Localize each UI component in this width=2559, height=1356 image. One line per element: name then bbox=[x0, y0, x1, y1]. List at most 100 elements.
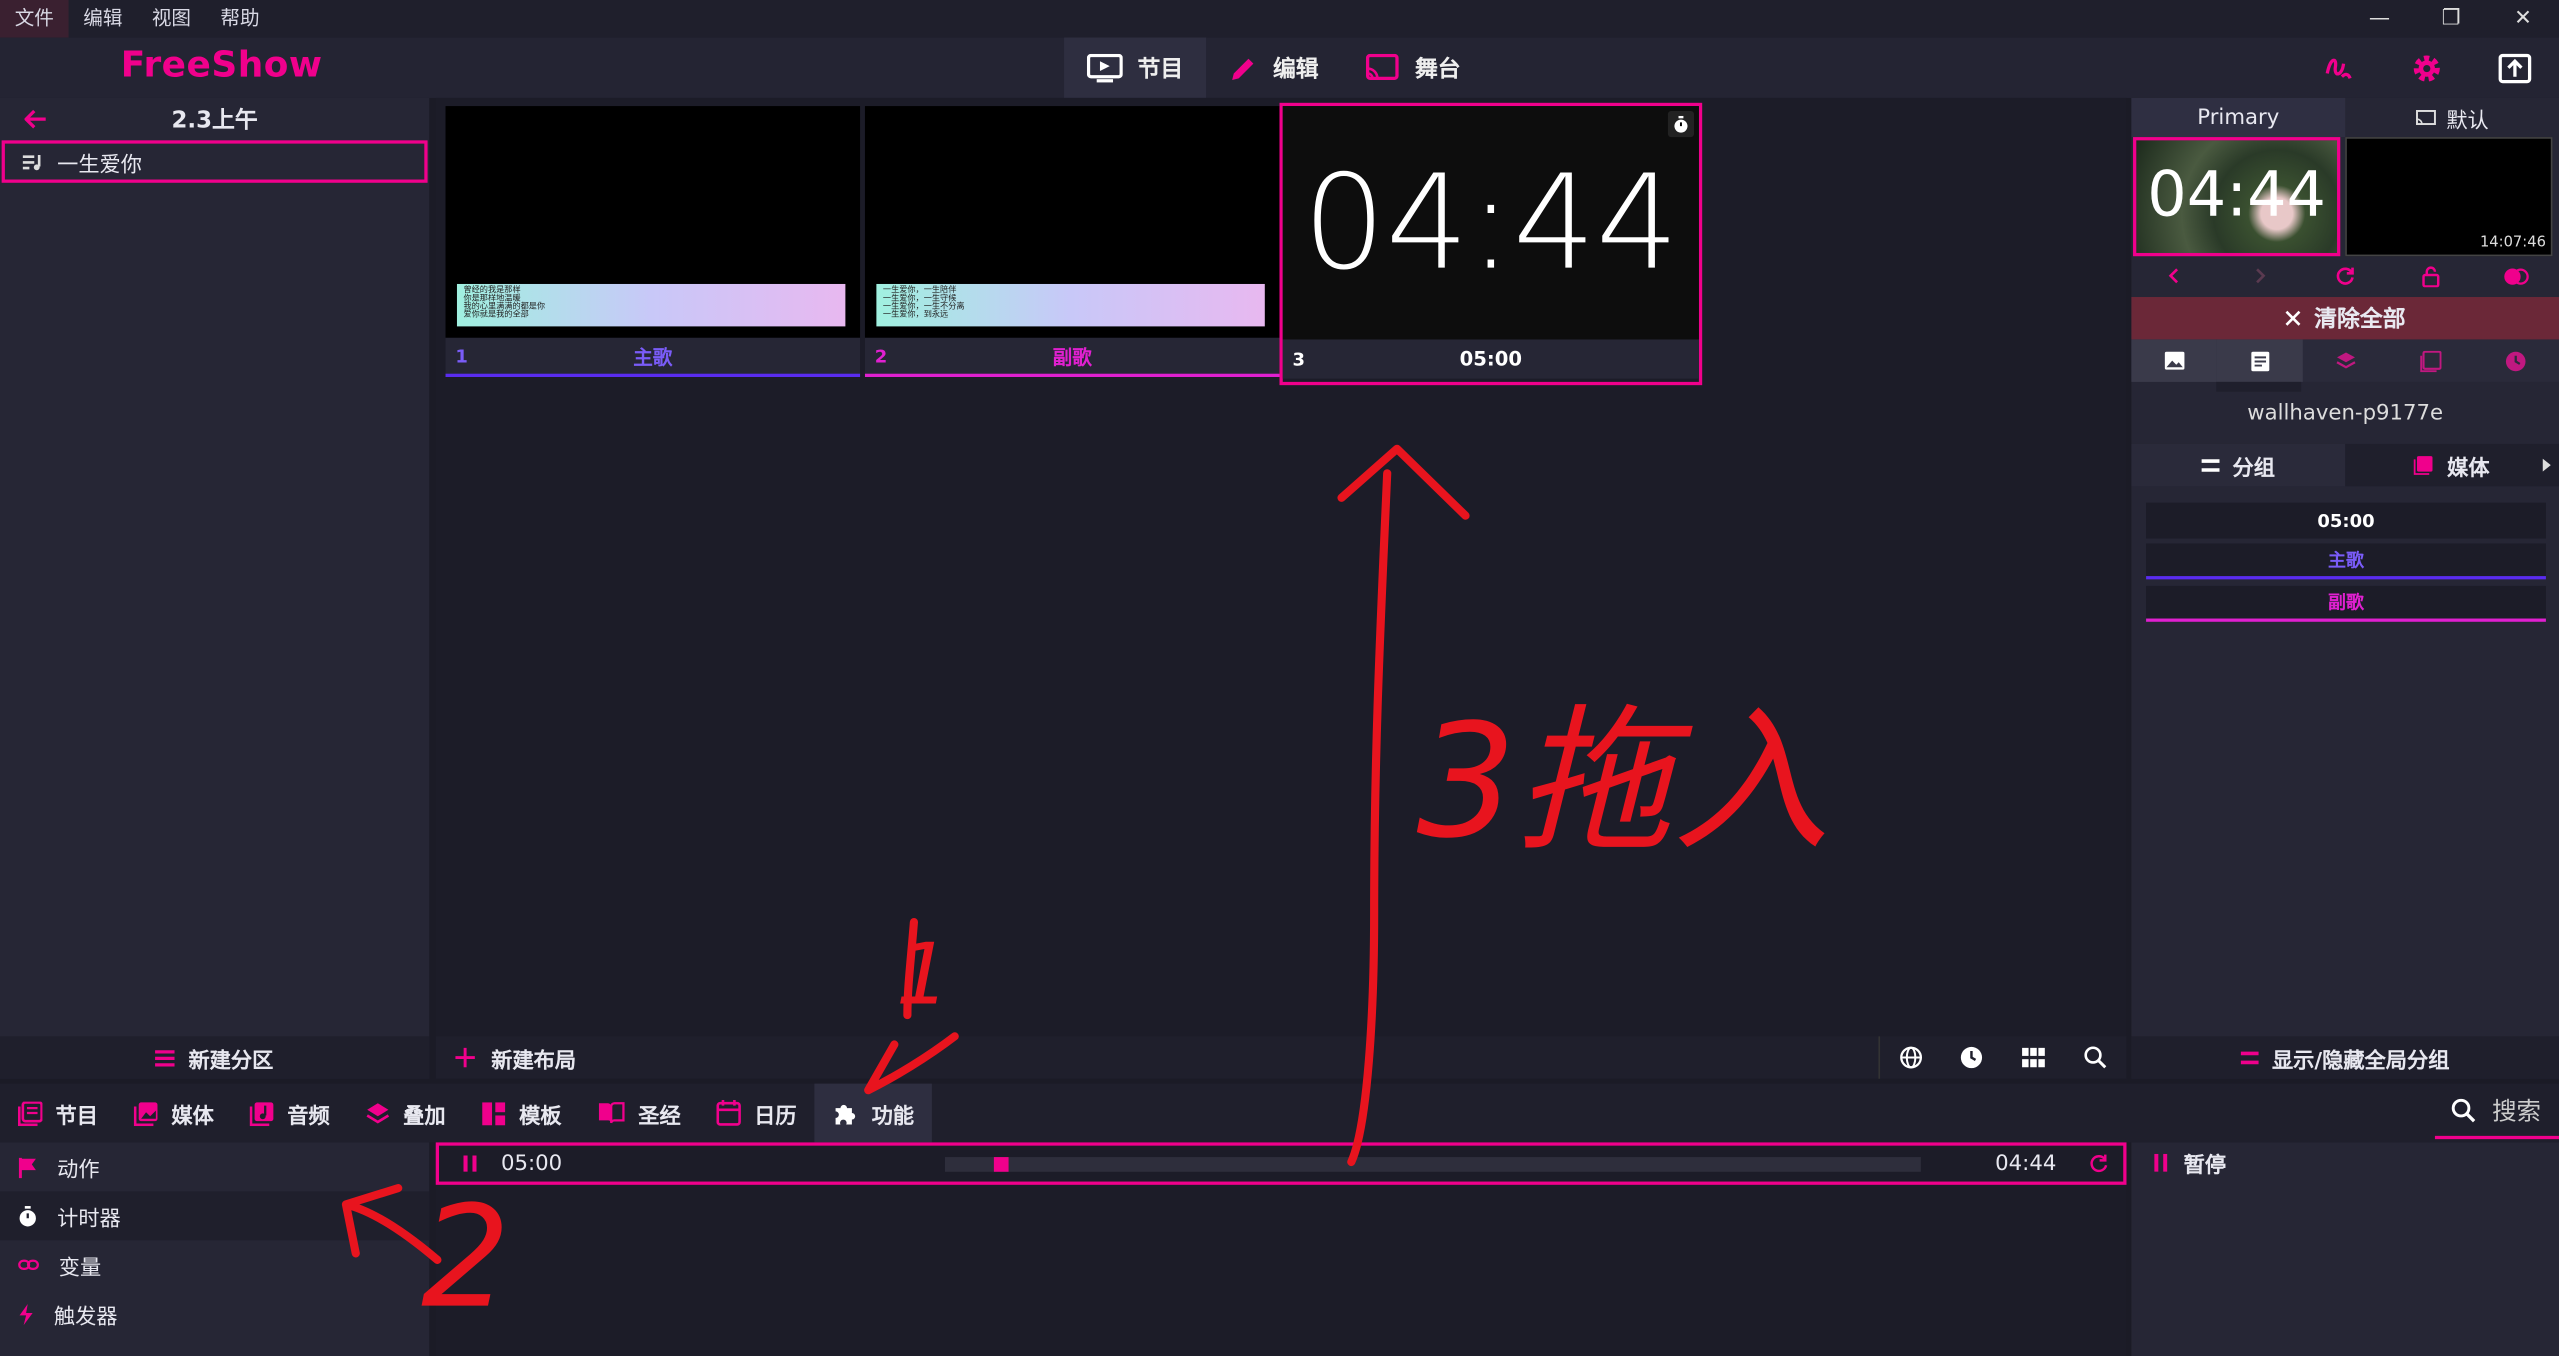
pause-panel: 暂停 bbox=[2131, 1142, 2559, 1356]
slides-area: 曾经的我是那样 你是那样地温暖 我的心里满满的都是你 爱你就是我的全部 1 主歌… bbox=[435, 97, 2127, 1079]
function-timers[interactable]: 计时器 bbox=[0, 1191, 430, 1241]
function-label: 动作 bbox=[57, 1157, 100, 1183]
global-group-tabs: 分组 媒体 bbox=[2131, 443, 2559, 487]
clear-all-label: 清除全部 bbox=[2314, 306, 2406, 333]
menu-view[interactable]: 视图 bbox=[137, 0, 206, 38]
drawer-tabs: 节目 媒体 音频 叠加 模板 圣经 日历 功能 搜索 bbox=[0, 1083, 2559, 1143]
pause-label: 暂停 bbox=[2183, 1153, 2227, 1179]
tab-default[interactable]: 默认 bbox=[2345, 98, 2559, 137]
slide-2[interactable]: 一生爱你，一生陪伴 一生爱你，一生守候 一生爱你，一生不分离 一生爱你，到永远 … bbox=[864, 106, 1280, 383]
timer-progress-knob[interactable] bbox=[993, 1156, 1009, 1171]
function-label: 计时器 bbox=[57, 1206, 121, 1232]
timers-area: 05:00 04:44 bbox=[435, 1142, 2127, 1356]
clear-timers-button[interactable] bbox=[2474, 339, 2559, 381]
drawer-tab-calendar[interactable]: 日历 bbox=[699, 1084, 815, 1143]
lyric-line: 爱你就是我的全部 bbox=[463, 310, 529, 320]
group-verse[interactable]: 主歌 bbox=[2146, 543, 2546, 580]
slide-1[interactable]: 曾经的我是那样 你是那样地温暖 我的心里满满的都是你 爱你就是我的全部 1 主歌 bbox=[445, 106, 861, 383]
search-input[interactable]: 搜索 bbox=[2434, 1084, 2559, 1140]
link-icon bbox=[18, 1257, 40, 1273]
blend-icon[interactable] bbox=[2474, 258, 2559, 294]
timer-row[interactable]: 05:00 04:44 bbox=[435, 1142, 2127, 1185]
tab-show-label: 节目 bbox=[1137, 56, 1184, 83]
new-section-label: 新建分区 bbox=[188, 1048, 274, 1074]
tab-media[interactable]: 媒体 bbox=[2345, 444, 2559, 486]
output-controls bbox=[2131, 258, 2559, 294]
layers-icon bbox=[366, 1101, 390, 1125]
clear-all-button[interactable]: 清除全部 bbox=[2131, 297, 2559, 340]
drawer-tab-shows[interactable]: 节目 bbox=[0, 1084, 116, 1143]
stage-preview[interactable]: 14:07:46 bbox=[2345, 137, 2553, 257]
drawer-tab-label: 日历 bbox=[754, 1104, 797, 1129]
drawer-tab-bible[interactable]: 圣经 bbox=[579, 1084, 698, 1143]
slide-group: 副歌 bbox=[1052, 345, 1092, 369]
pause-button[interactable]: 暂停 bbox=[2154, 1147, 2226, 1178]
menu-file[interactable]: 文件 bbox=[0, 0, 69, 38]
drawer-tab-templates[interactable]: 模板 bbox=[464, 1084, 580, 1143]
globe-icon[interactable] bbox=[1878, 1036, 1940, 1079]
new-section-button[interactable]: 新建分区 bbox=[0, 1036, 430, 1079]
draw-icon[interactable] bbox=[2295, 38, 2383, 98]
tab-stage[interactable]: 舞台 bbox=[1342, 38, 1484, 98]
group-timer[interactable]: 05:00 bbox=[2146, 502, 2546, 539]
clock-icon[interactable] bbox=[1940, 1036, 2002, 1078]
tab-groups-label: 分组 bbox=[2232, 456, 2276, 481]
tab-groups[interactable]: 分组 bbox=[2131, 443, 2346, 487]
drawer-tab-overlays[interactable]: 叠加 bbox=[348, 1084, 464, 1143]
reset-icon[interactable] bbox=[2081, 1154, 2117, 1174]
drawer-tab-audio[interactable]: 音频 bbox=[232, 1084, 348, 1143]
tab-stage-label: 舞台 bbox=[1414, 56, 1461, 83]
output-previews: 04:44 14:07:46 bbox=[2131, 137, 2559, 258]
next-icon[interactable] bbox=[2217, 258, 2303, 294]
clear-audio-button[interactable] bbox=[2388, 339, 2474, 381]
tab-show[interactable]: 节目 bbox=[1064, 37, 1207, 98]
slide-3[interactable]: 04:44 3 05:00 bbox=[1279, 102, 1703, 386]
tab-edit[interactable]: 编辑 bbox=[1206, 38, 1341, 98]
timer-progress-track[interactable] bbox=[944, 1156, 1921, 1171]
mode-tabs: 节目 编辑 舞台 bbox=[1064, 37, 1484, 98]
functions-list: 动作 计时器 变量 触发器 bbox=[0, 1142, 430, 1356]
menu-help[interactable]: 帮助 bbox=[206, 0, 275, 38]
drawer-tab-media[interactable]: 媒体 bbox=[116, 1084, 232, 1143]
lock-icon[interactable] bbox=[2388, 258, 2474, 294]
caret-right-icon bbox=[2542, 458, 2551, 472]
zoom-icon[interactable] bbox=[2064, 1036, 2126, 1078]
pause-icon bbox=[2154, 1153, 2168, 1172]
search-label: 搜索 bbox=[2492, 1095, 2542, 1126]
function-actions[interactable]: 动作 bbox=[0, 1142, 429, 1191]
output-icon[interactable] bbox=[2471, 38, 2559, 98]
group-chorus[interactable]: 副歌 bbox=[2146, 585, 2546, 622]
grid-icon[interactable] bbox=[2002, 1036, 2064, 1078]
pause-icon[interactable] bbox=[439, 1155, 501, 1172]
drawer-tab-functions[interactable]: 功能 bbox=[814, 1083, 933, 1143]
show-name: 一生爱你 bbox=[57, 152, 143, 178]
slide-group: 主歌 bbox=[633, 345, 673, 369]
tab-media-label: 媒体 bbox=[2447, 456, 2490, 481]
function-variables[interactable]: 变量 bbox=[0, 1240, 429, 1289]
primary-preview[interactable]: 04:44 bbox=[2133, 137, 2341, 257]
slide-number: 3 bbox=[1292, 348, 1306, 370]
close-window-button[interactable]: ✕ bbox=[2487, 0, 2559, 38]
back-arrow-icon[interactable] bbox=[0, 109, 72, 129]
menu-edit[interactable]: 编辑 bbox=[69, 0, 138, 38]
refresh-icon[interactable] bbox=[2302, 258, 2388, 294]
slide-preview: 曾经的我是那样 你是那样地温暖 我的心里满满的都是你 爱你就是我的全部 bbox=[445, 106, 861, 338]
timer-icon bbox=[2506, 350, 2527, 371]
text-icon bbox=[2250, 350, 2270, 371]
maximize-button[interactable]: ❐ bbox=[2415, 0, 2487, 38]
toggle-global-groups-button[interactable]: 显示/隐藏全局分组 bbox=[2131, 1036, 2559, 1079]
gear-icon[interactable] bbox=[2383, 38, 2471, 98]
layers-icon bbox=[2335, 350, 2356, 371]
minimize-button[interactable]: — bbox=[2344, 0, 2416, 38]
clear-background-button[interactable] bbox=[2131, 339, 2217, 382]
function-triggers[interactable]: 触发器 bbox=[0, 1289, 429, 1338]
previous-icon[interactable] bbox=[2131, 258, 2217, 294]
show-list-item[interactable]: 一生爱你 bbox=[1, 140, 428, 183]
clear-slide-button[interactable] bbox=[2216, 339, 2303, 382]
new-layout-button[interactable]: 新建布局 bbox=[436, 1042, 576, 1073]
calendar-icon bbox=[716, 1099, 742, 1126]
audio-icon bbox=[249, 1101, 274, 1126]
list-icon bbox=[155, 1049, 176, 1067]
clear-overlays-button[interactable] bbox=[2302, 339, 2388, 381]
tab-primary[interactable]: Primary bbox=[2131, 97, 2346, 138]
